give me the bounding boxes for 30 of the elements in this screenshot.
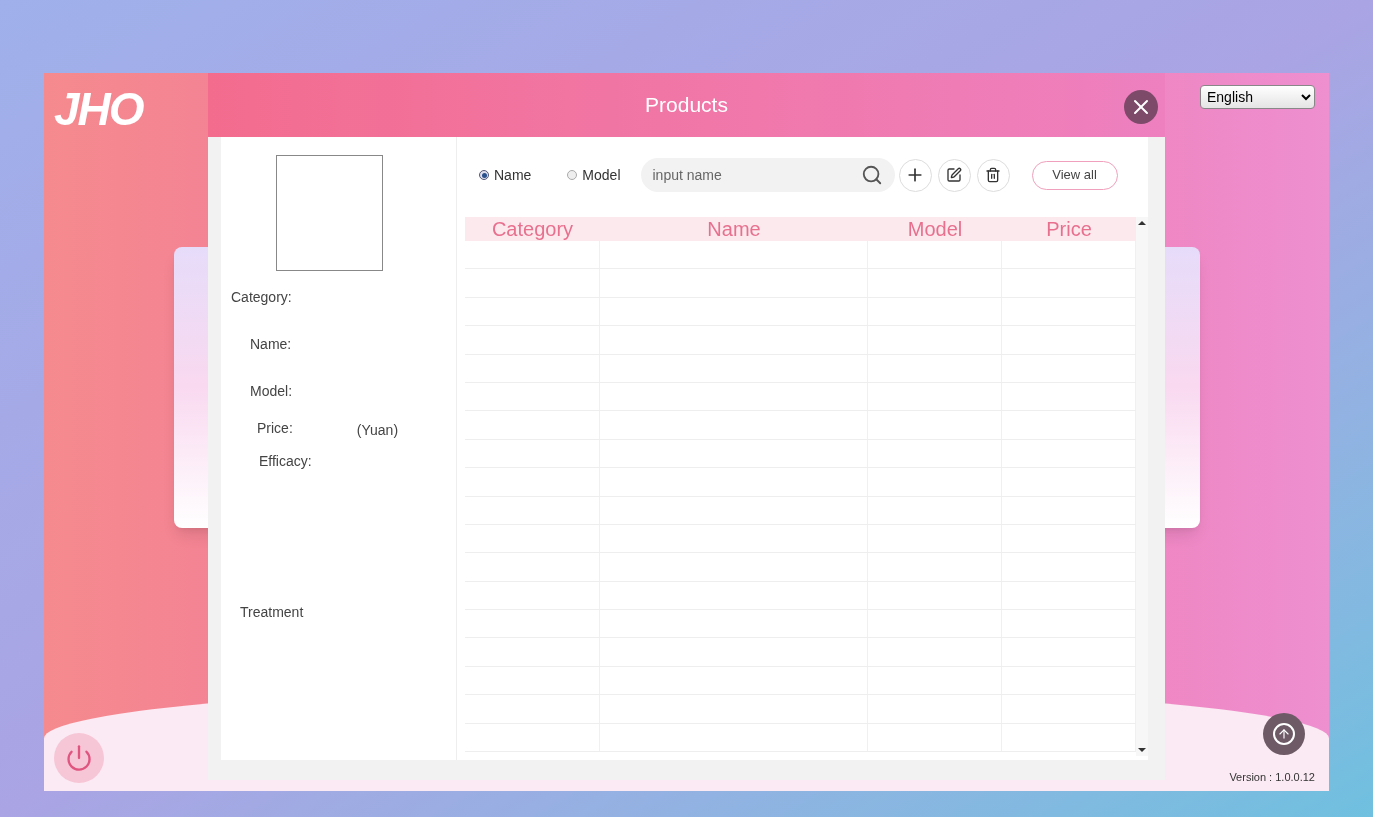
radio-icon [567,170,578,180]
search-icon [860,164,883,186]
field-label: Category: [231,289,292,305]
scroll-up-icon [1138,221,1146,225]
field-label: Name: [250,336,292,352]
column-header: Model [906,217,964,241]
version-label: Version : 1.0.0.12 [1229,769,1315,785]
power-icon [65,744,93,772]
search-mode-radio[interactable]: Model [567,164,621,186]
column-header: Category [490,217,575,241]
field-label: Treatment [240,604,304,620]
search-bar[interactable]: input name [640,158,895,192]
radio-icon [479,170,489,180]
close-button[interactable] [1124,90,1158,124]
edit-icon [946,167,962,183]
dialog-title: Products [645,92,728,119]
search-mode-radio[interactable]: Name [479,164,532,186]
language-select[interactable]: English [1200,85,1315,109]
logo: JHO [54,85,145,133]
scroll-down-icon [1138,748,1146,752]
field-label: Model: [250,383,293,399]
search-field[interactable]: input name [652,164,861,186]
column-header: Price [1045,217,1093,241]
arrow-up-icon [1273,722,1295,745]
column-header: Name [706,217,762,241]
trash-icon [985,167,1001,183]
unit-label: (Yuan) [356,421,399,440]
field-label: Price: [257,419,293,438]
upload-button[interactable] [1263,712,1305,755]
field-label: Efficacy: [259,453,312,469]
